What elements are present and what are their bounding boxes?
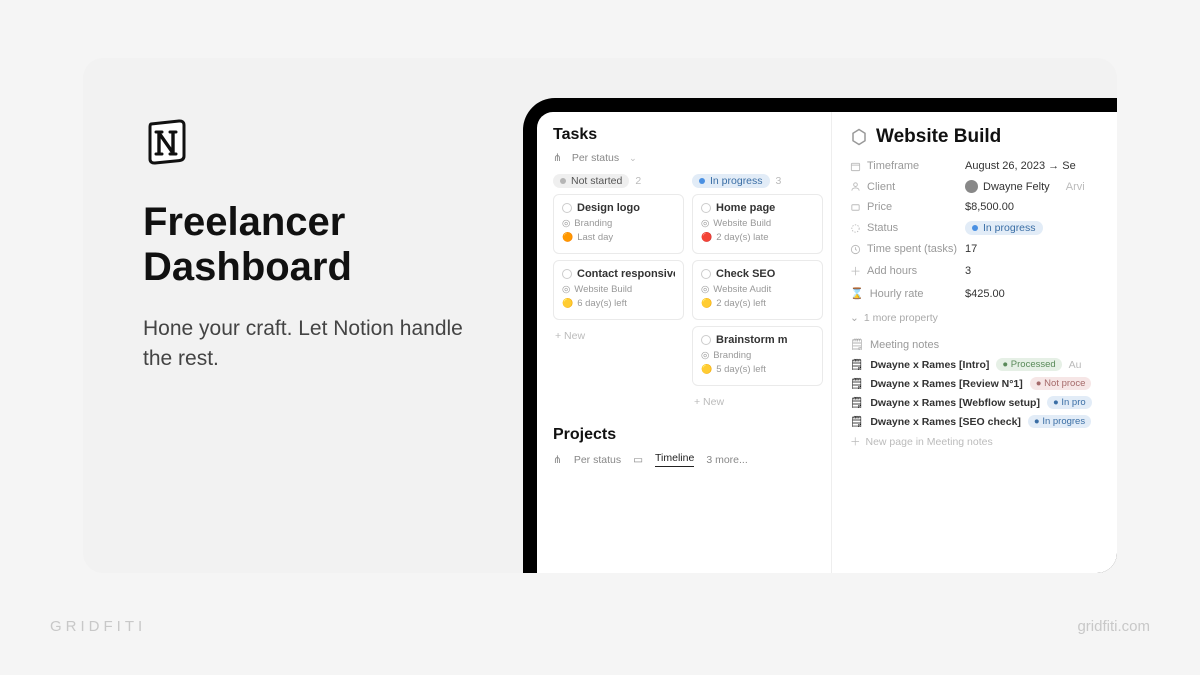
tablet-frame: Tasks ⋔ Per status Not started 2 <box>523 98 1117 573</box>
cube-icon: ◎ <box>562 218 570 229</box>
chevron-down-icon <box>629 152 637 164</box>
checkbox-icon[interactable] <box>701 203 711 213</box>
plus-icon: ＋ <box>850 263 861 279</box>
new-meeting-note-button[interactable]: ＋ New page in Meeting notes <box>850 434 1117 449</box>
price-icon <box>850 202 861 213</box>
column-count: 3 <box>776 175 782 187</box>
prop-add-hours[interactable]: ＋Add hours 3 <box>850 263 1117 279</box>
prop-price[interactable]: Price $8,500.00 <box>850 201 1117 213</box>
cube-icon: ◎ <box>562 284 570 295</box>
promo-card: Freelancer Dashboard Hone your craft. Le… <box>83 58 1117 573</box>
footer-brand: GRIDFITI <box>50 618 146 635</box>
plus-icon: ＋ <box>850 434 861 449</box>
cube-icon: ◎ <box>701 218 709 229</box>
prop-time-spent[interactable]: Time spent (tasks) 17 <box>850 243 1117 255</box>
prop-client[interactable]: Client Dwayne Felty Arvi <box>850 180 1117 193</box>
prop-hourly-rate[interactable]: ⌛Hourly rate $425.00 <box>850 287 1117 300</box>
tasks-view-label: Per status <box>572 152 619 164</box>
tabs-more[interactable]: 3 more... <box>706 454 747 466</box>
person-icon <box>850 181 861 192</box>
notes-icon: 🗒 <box>850 415 863 428</box>
page-title: Website Build <box>850 126 1117 148</box>
status-chip: ● In pro <box>1047 396 1092 409</box>
projects-section: Projects ⋔ Per status ▭ Timeline 3 more.… <box>553 426 823 467</box>
tab-timeline[interactable]: Timeline <box>655 452 694 467</box>
meeting-note-row[interactable]: 🗒 Dwayne x Rames [Intro] ● Processed Au <box>850 358 1117 371</box>
status-pill[interactable]: Not started <box>553 174 629 188</box>
properties-list: Timeframe August 26, 2023 → Se Client Dw… <box>850 160 1117 300</box>
checkbox-icon[interactable] <box>701 335 711 345</box>
calendar-icon <box>850 161 861 172</box>
tasks-view-switcher[interactable]: ⋔ Per status <box>553 152 823 164</box>
notion-logo-icon <box>143 118 191 166</box>
clock-icon <box>850 244 861 255</box>
tasks-title: Tasks <box>553 126 823 144</box>
notes-icon: 🗒 <box>850 377 863 390</box>
board-icon: ⋔ <box>553 152 562 164</box>
column-count: 2 <box>635 175 641 187</box>
task-card[interactable]: Contact responsiveness ◎Website Build 🟡6… <box>553 260 684 320</box>
projects-title: Projects <box>553 426 823 444</box>
board-column-in-progress: In progress 3 Home page ◎Website Build 🔴… <box>692 174 823 412</box>
status-chip: ● Not proce <box>1030 377 1092 390</box>
notes-icon: 🗒 <box>850 358 863 371</box>
task-card[interactable]: Home page ◎Website Build 🔴2 day(s) late <box>692 194 823 254</box>
notes-icon: 🗒 <box>850 396 863 409</box>
notes-icon: 🗒 <box>850 338 864 351</box>
status-chip: ● Processed <box>996 358 1061 371</box>
hourglass-icon: ⌛ <box>850 287 864 300</box>
status-pill[interactable]: In progress <box>692 174 770 188</box>
footer-url: gridfiti.com <box>1077 618 1150 635</box>
meeting-note-row[interactable]: 🗒 Dwayne x Rames [Webflow setup] ● In pr… <box>850 396 1117 409</box>
avatar <box>965 180 978 193</box>
tasks-board: Not started 2 Design logo ◎Branding 🟠Las… <box>553 174 823 412</box>
status-icon <box>850 223 861 234</box>
tab-per-status[interactable]: Per status <box>574 454 621 466</box>
headline: Freelancer Dashboard <box>143 200 463 290</box>
task-card[interactable]: Design logo ◎Branding 🟠Last day <box>553 194 684 254</box>
meeting-notes-header: 🗒 Meeting notes <box>850 338 1117 351</box>
checkbox-icon[interactable] <box>562 269 572 279</box>
task-card[interactable]: Brainstorm m ◎Branding 🟡5 day(s) left <box>692 326 823 386</box>
status-chip: ● In progres <box>1028 415 1091 428</box>
projects-tabs: ⋔ Per status ▭ Timeline 3 more... <box>553 452 823 467</box>
hexagon-icon <box>850 128 868 146</box>
checkbox-icon[interactable] <box>701 269 711 279</box>
promo-right: Tasks ⋔ Per status Not started 2 <box>503 58 1117 573</box>
more-properties-toggle[interactable]: ⌄ 1 more property <box>850 312 1117 324</box>
board-column-not-started: Not started 2 Design logo ◎Branding 🟠Las… <box>553 174 684 412</box>
notion-screen: Tasks ⋔ Per status Not started 2 <box>537 112 1117 573</box>
board-icon: ⋔ <box>553 454 562 466</box>
meeting-note-row[interactable]: 🗒 Dwayne x Rames [Review N°1] ● Not proc… <box>850 377 1117 390</box>
page-detail: Website Build Timeframe August 26, 2023 … <box>832 112 1117 573</box>
promo-left: Freelancer Dashboard Hone your craft. Le… <box>83 58 503 573</box>
new-task-button[interactable]: + New <box>553 326 684 346</box>
new-task-button[interactable]: + New <box>692 392 823 412</box>
meeting-note-row[interactable]: 🗒 Dwayne x Rames [SEO check] ● In progre… <box>850 415 1117 428</box>
chevron-down-icon: ⌄ <box>850 312 859 324</box>
tasks-section: Tasks ⋔ Per status Not started 2 <box>537 112 832 573</box>
prop-timeframe[interactable]: Timeframe August 26, 2023 → Se <box>850 160 1117 172</box>
cube-icon: ◎ <box>701 284 709 295</box>
subline: Hone your craft. Let Notion handle the r… <box>143 314 463 375</box>
prop-status[interactable]: Status In progress <box>850 221 1117 235</box>
task-card[interactable]: Check SEO ◎Website Audit 🟡2 day(s) left <box>692 260 823 320</box>
checkbox-icon[interactable] <box>562 203 572 213</box>
cube-icon: ◎ <box>701 350 709 361</box>
timeline-icon: ▭ <box>633 454 643 466</box>
